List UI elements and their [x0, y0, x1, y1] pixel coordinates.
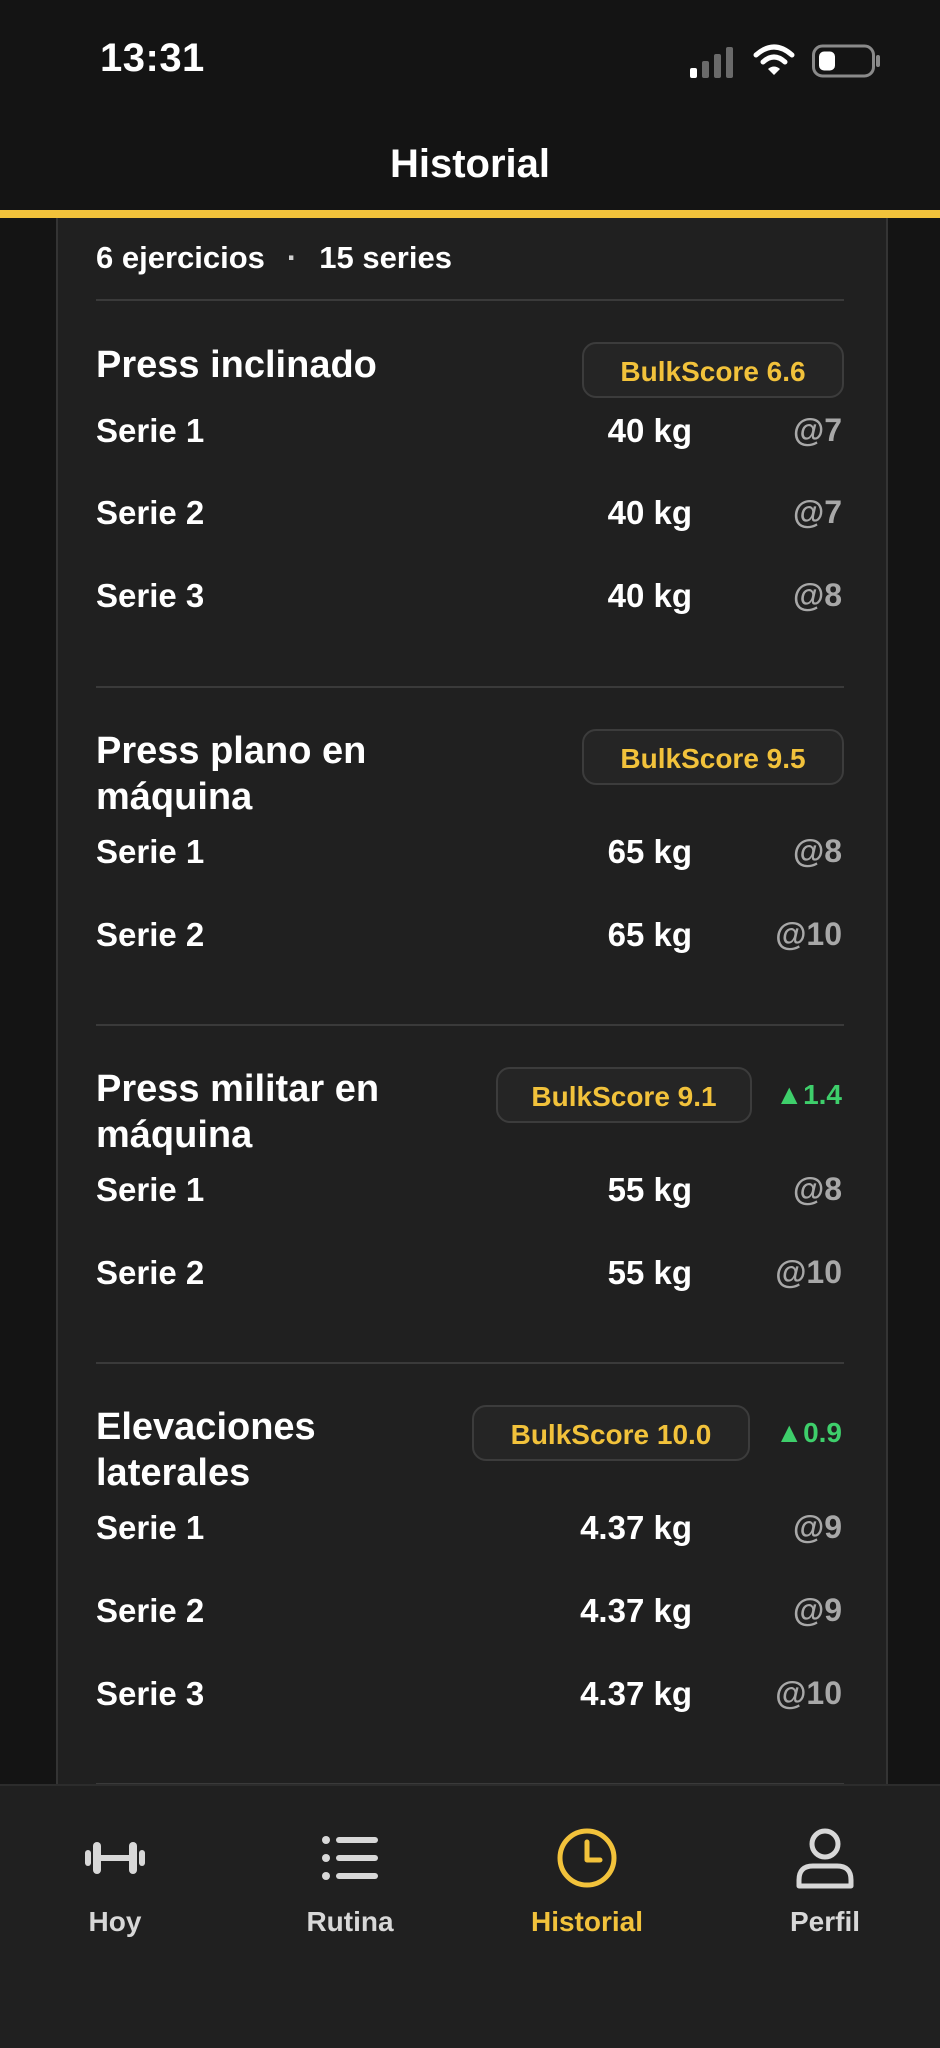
- set-label: Serie 2: [96, 1592, 205, 1629]
- tab-label: Hoy: [88, 1906, 142, 1937]
- exercise-title: Press inclinado: [96, 344, 377, 386]
- set-weight: 4.37 kg: [580, 1675, 692, 1712]
- bulkscore-badge: BulkScore 9.1: [496, 1067, 752, 1123]
- clock-icon: [557, 1828, 617, 1888]
- set-weight: 65 kg: [607, 916, 692, 953]
- score-delta: ▲0.9: [775, 1417, 842, 1448]
- set-weight: 4.37 kg: [580, 1509, 692, 1546]
- divider: [96, 1362, 844, 1364]
- exercise-title: Elevaciones laterales: [96, 1406, 316, 1494]
- score-delta: ▲1.4: [775, 1079, 842, 1110]
- set-label: Serie 3: [96, 577, 205, 614]
- nav-header: Historial: [0, 120, 940, 212]
- set-label: Serie 2: [96, 916, 205, 953]
- cellular-signal-icon: [690, 47, 733, 78]
- bulkscore-badge: BulkScore 9.5: [582, 729, 844, 785]
- set-label: Serie 1: [96, 412, 205, 449]
- set-label: Serie 3: [96, 1675, 205, 1712]
- set-rpe: @8: [793, 577, 842, 613]
- set-weight: 40 kg: [607, 494, 692, 531]
- set-label: Serie 2: [96, 1254, 205, 1291]
- divider: [96, 299, 844, 301]
- set-rpe: @7: [793, 494, 842, 530]
- exercise-title: Press militar en máquina: [96, 1068, 380, 1156]
- set-weight: 65 kg: [607, 833, 692, 870]
- exercise-count: 6 ejercicios: [96, 240, 265, 275]
- header-accent-line: [0, 210, 940, 218]
- set-rpe: @9: [793, 1509, 842, 1545]
- tab-label: Rutina: [306, 1906, 394, 1937]
- set-label: Serie 1: [96, 1171, 205, 1208]
- tab-label: Perfil: [789, 1906, 861, 1937]
- wifi-icon: [753, 44, 795, 75]
- set-weight: 55 kg: [607, 1254, 692, 1291]
- set-weight: 40 kg: [607, 412, 692, 449]
- status-bar: 13:31: [0, 0, 940, 120]
- tab-rutina[interactable]: Rutina: [250, 1826, 450, 1938]
- set-rpe: @10: [775, 916, 842, 952]
- tab-hoy[interactable]: Hoy: [15, 1826, 215, 1938]
- list-icon: [322, 1836, 378, 1880]
- workout-card: [56, 218, 888, 1788]
- set-weight: 40 kg: [607, 577, 692, 614]
- workout-summary: 6 ejercicios · 15 series: [96, 240, 452, 276]
- summary-separator: ·: [286, 240, 298, 275]
- exercise-title: Press plano en máquina: [96, 730, 367, 818]
- page-title: Historial: [389, 142, 551, 186]
- person-icon: [796, 1828, 854, 1889]
- tab-perfil[interactable]: Perfil: [725, 1826, 925, 1938]
- set-rpe: @8: [793, 1171, 842, 1207]
- battery-icon: [812, 44, 880, 78]
- status-time: 13:31: [100, 36, 205, 80]
- bulkscore-badge: BulkScore 10.0: [472, 1405, 750, 1461]
- set-label: Serie 1: [96, 833, 205, 870]
- divider: [96, 1024, 844, 1026]
- tab-bar: Hoy Rutina Historial Perfil: [0, 1784, 940, 2048]
- set-rpe: @9: [793, 1592, 842, 1628]
- set-rpe: @8: [793, 833, 842, 869]
- tab-label: Historial: [530, 1906, 644, 1937]
- series-count: 15 series: [319, 240, 452, 275]
- set-weight: 4.37 kg: [580, 1592, 692, 1629]
- divider: [96, 686, 844, 688]
- bulkscore-badge: BulkScore 6.6: [582, 342, 844, 398]
- set-label: Serie 1: [96, 1509, 205, 1546]
- dumbbell-icon: [85, 1842, 145, 1874]
- set-rpe: @7: [793, 412, 842, 448]
- tab-historial[interactable]: Historial: [487, 1826, 687, 1938]
- set-rpe: @10: [775, 1675, 842, 1711]
- set-rpe: @10: [775, 1254, 842, 1290]
- set-label: Serie 2: [96, 494, 205, 531]
- set-weight: 55 kg: [607, 1171, 692, 1208]
